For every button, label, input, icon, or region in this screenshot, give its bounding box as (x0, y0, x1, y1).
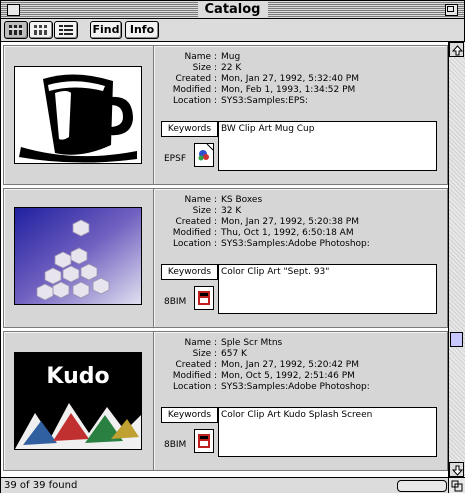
created-label: Created : (175, 217, 217, 227)
info-button[interactable]: Info (125, 21, 159, 39)
divider-highlight (154, 46, 155, 184)
grid-small-icon (34, 25, 48, 35)
created-value: Mon, Jan 27, 1992, 5:20:38 PM (221, 217, 359, 227)
close-box[interactable] (7, 4, 20, 16)
boxes-image (15, 208, 141, 304)
file-type-label: 8BIM (164, 297, 187, 307)
find-button[interactable]: Find (90, 21, 122, 39)
name-label: Name : (184, 338, 217, 348)
info-button-label: Info (129, 23, 155, 36)
created-label: Created : (175, 360, 217, 370)
keywords-field[interactable]: Color Clip Art Kudo Splash Screen (218, 407, 437, 457)
modified-label: Modified : (172, 85, 217, 95)
name-value: Sple Scr Mtns (221, 338, 283, 348)
modified-label: Modified : (172, 228, 217, 238)
catalog-list[interactable]: Name : Mug Size : 22 K Created : Mon, Jan 2… (1, 42, 448, 477)
vertical-scrollbar[interactable] (448, 42, 465, 477)
found-count: 39 of 39 found (4, 480, 78, 491)
find-button-label: Find (92, 23, 120, 36)
keywords-button[interactable]: Keywords (161, 121, 218, 137)
location-label: Location : (173, 96, 217, 106)
modified-value: Mon, Feb 1, 1993, 1:34:52 PM (221, 85, 356, 95)
record-metadata: Name : KS Boxes Size : 32 K Created : Mon, … (156, 195, 446, 250)
small-thumbnail-view-button[interactable] (29, 21, 53, 39)
keywords-field[interactable]: BW Clip Art Mug Cup (218, 121, 437, 171)
location-value: SYS3:Samples:Adobe Photoshop: (221, 239, 370, 249)
name-label: Name : (184, 195, 217, 205)
created-label: Created : (175, 74, 217, 84)
large-thumbnail-view-button[interactable] (4, 21, 28, 39)
size-value: 657 K (221, 349, 247, 359)
file-type-label: EPSF (164, 154, 187, 164)
size-label: Size : (192, 206, 217, 216)
title-bar[interactable]: Catalog (1, 1, 464, 19)
keywords-button[interactable]: Keywords (161, 264, 218, 280)
status-bar: 39 of 39 found (1, 477, 465, 493)
catalog-record[interactable]: Name : Mug Size : 22 K Created : Mon, Jan 2… (3, 45, 448, 185)
created-value: Mon, Jan 27, 1992, 5:32:40 PM (221, 74, 359, 84)
divider-highlight (154, 189, 155, 327)
created-value: Mon, Jan 27, 1992, 5:20:42 PM (221, 360, 359, 370)
keywords-field[interactable]: Color Clip Art "Sept. 93" (218, 264, 437, 314)
divider-highlight (154, 332, 155, 470)
record-metadata: Name : Mug Size : 22 K Created : Mon, Jan 2… (156, 52, 446, 107)
location-value: SYS3:Samples:EPS: (221, 96, 309, 106)
list-icon (59, 25, 73, 35)
thumbnail-mug[interactable] (14, 66, 142, 164)
modified-value: Mon, Oct 5, 1992, 2:51:46 PM (221, 371, 355, 381)
size-value: 32 K (221, 206, 242, 216)
catalog-record[interactable]: Name : KS Boxes Size : 32 K Created : Mon, … (3, 188, 448, 328)
eps-document-icon[interactable] (194, 143, 214, 167)
kudo-splash-image: Kudo (15, 353, 141, 449)
modified-label: Modified : (172, 371, 217, 381)
resize-icon (451, 480, 463, 492)
file-type-label: 8BIM (164, 440, 187, 450)
grid-large-icon (9, 25, 23, 35)
location-label: Location : (173, 239, 217, 249)
size-label: Size : (192, 349, 217, 359)
scroll-up-button[interactable] (449, 42, 464, 57)
name-value: Mug (221, 52, 241, 62)
record-metadata: Name : Sple Scr Mtns Size : 657 K Created … (156, 338, 446, 393)
list-view-button[interactable] (54, 21, 78, 39)
grow-box[interactable] (448, 478, 465, 493)
toolbar: Find Info (1, 19, 464, 42)
location-label: Location : (173, 382, 217, 392)
zoom-box[interactable] (445, 4, 458, 16)
photoshop-document-icon[interactable] (194, 429, 214, 453)
location-value: SYS3:Samples:Adobe Photoshop: (221, 382, 370, 392)
modified-value: Thu, Oct 1, 1992, 6:50:18 AM (221, 228, 354, 238)
scroll-thumb[interactable] (450, 332, 463, 347)
size-value: 22 K (221, 63, 242, 73)
arrow-up-icon (452, 45, 463, 56)
name-value: KS Boxes (221, 195, 263, 205)
catalog-record[interactable]: Kudo Name : Sple Scr Mtns Size : 657 K Cre… (3, 331, 448, 471)
size-label: Size : (192, 63, 217, 73)
photoshop-document-icon[interactable] (194, 286, 214, 310)
window-title: Catalog (197, 1, 268, 18)
horizontal-scroll-control[interactable] (397, 480, 447, 492)
thumb-kudo-text: Kudo (46, 364, 109, 389)
name-label: Name : (184, 52, 217, 62)
mug-image (15, 67, 141, 163)
scroll-down-button[interactable] (449, 462, 464, 477)
keywords-button[interactable]: Keywords (161, 407, 218, 423)
thumbnail-kudo[interactable]: Kudo (14, 352, 142, 450)
thumbnail-boxes[interactable] (14, 207, 142, 305)
arrow-down-icon (452, 465, 463, 476)
catalog-window: Catalog Find Info Name: Mug Size: 22 K… (0, 0, 465, 493)
